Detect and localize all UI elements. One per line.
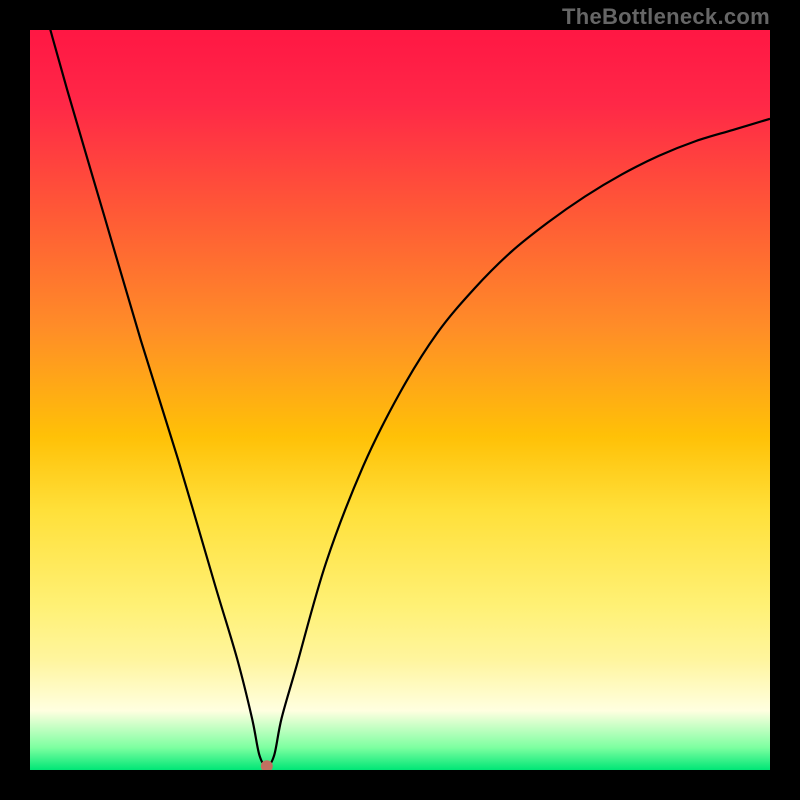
curve-layer	[30, 30, 770, 770]
chart-container: TheBottleneck.com	[0, 0, 800, 800]
plot-area	[30, 30, 770, 770]
bottleneck-curve	[30, 30, 770, 766]
watermark-text: TheBottleneck.com	[562, 4, 770, 30]
